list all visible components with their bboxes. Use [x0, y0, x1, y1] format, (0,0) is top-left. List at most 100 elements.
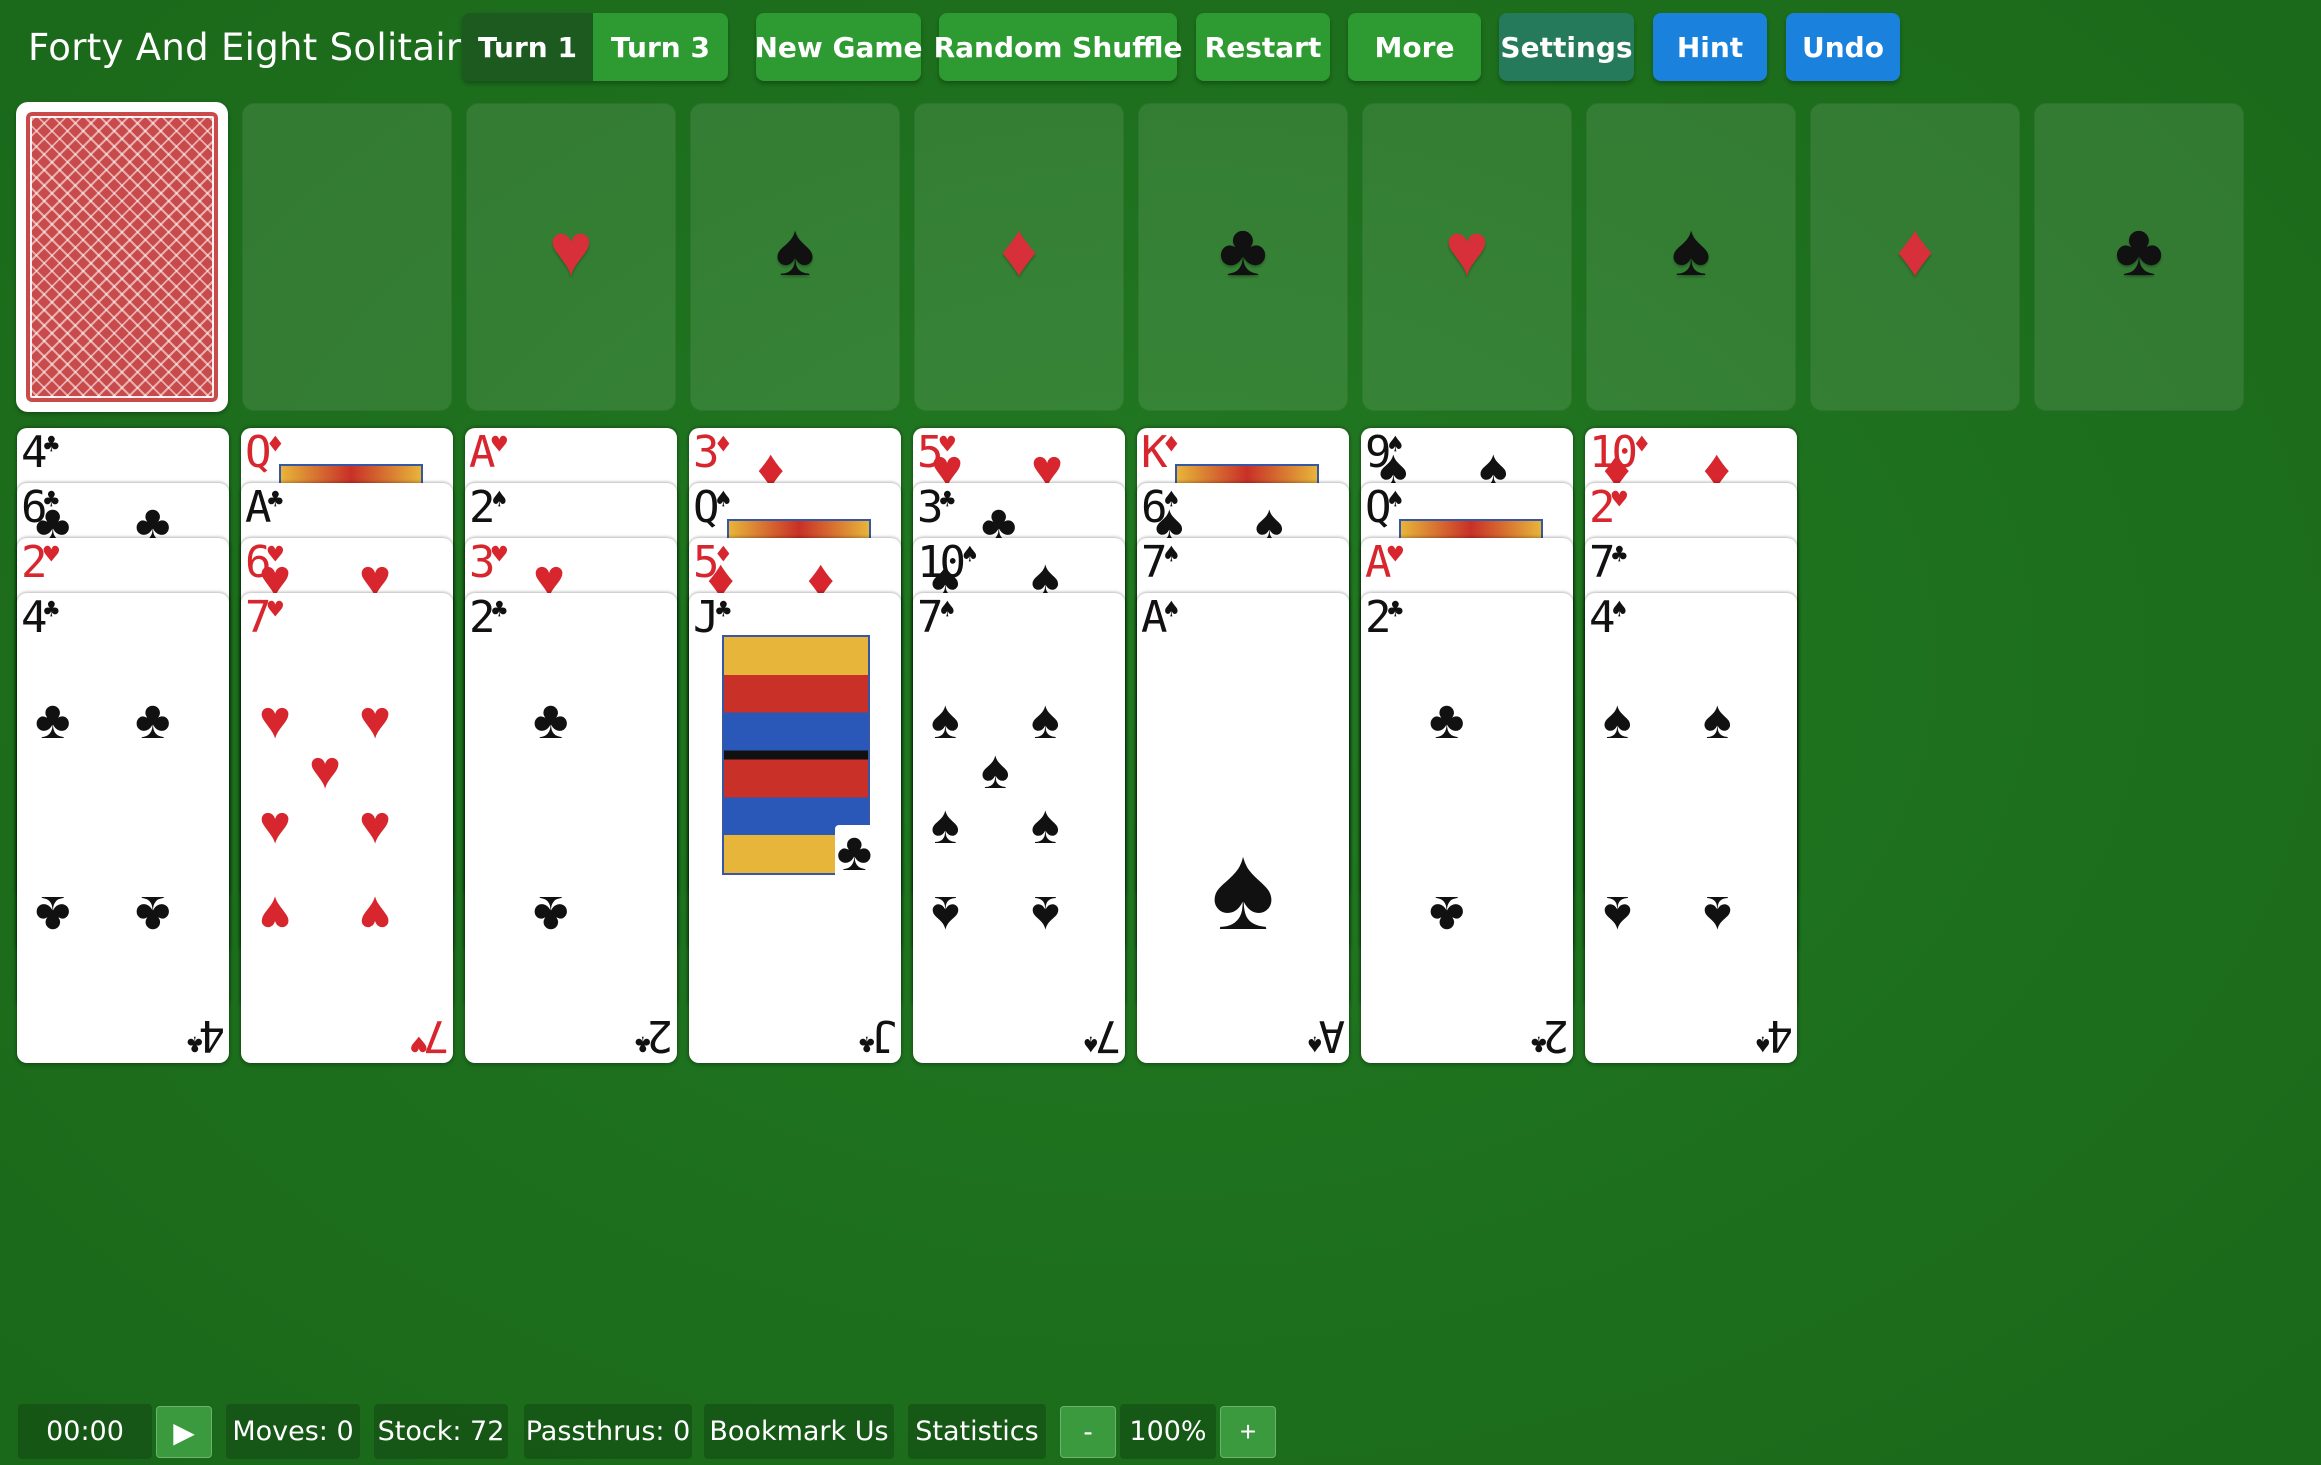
clubs-icon: ♣	[43, 430, 60, 460]
spades-icon: ♠	[1603, 690, 1632, 750]
hearts-icon: ♥	[1445, 208, 1489, 291]
spades-icon: ♠	[1703, 690, 1732, 750]
statistics-button[interactable]: Statistics	[908, 1404, 1046, 1459]
spades-icon: ♠	[1306, 1028, 1323, 1058]
tableau-card[interactable]: A♠ ♠ A♠	[1137, 593, 1349, 1063]
waste-pile[interactable]	[242, 103, 452, 411]
spades-icon: ♠	[939, 595, 956, 625]
tableau-card[interactable]: J♣ ♣ J♣	[689, 593, 901, 1063]
spades-icon: ♠	[1603, 885, 1632, 945]
clubs-icon: ♣	[533, 690, 569, 750]
bookmark-button[interactable]: Bookmark Us	[704, 1404, 894, 1459]
card-rank: 4♣	[21, 593, 60, 643]
clubs-icon: ♣	[715, 595, 732, 625]
settings-button[interactable]: Settings	[1499, 13, 1634, 81]
spades-icon: ♠	[1387, 485, 1404, 515]
spades-icon: ♠	[491, 485, 508, 515]
zoom-in-button[interactable]: +	[1220, 1406, 1276, 1458]
new-game-button[interactable]: New Game	[754, 13, 923, 81]
hearts-icon: ♥	[491, 430, 508, 460]
card-back	[26, 112, 218, 402]
card-rank: 2♥	[21, 538, 60, 588]
foundation-slot-clubs[interactable]: ♣	[2034, 103, 2244, 411]
card-rank: Q♦	[245, 428, 284, 478]
spades-icon: ♠	[1703, 885, 1732, 945]
clubs-icon: ♣	[1611, 540, 1628, 570]
more-button[interactable]: More	[1348, 13, 1481, 81]
foundation-slot-diamonds[interactable]: ♦	[914, 103, 1124, 411]
foundation-slot-hearts[interactable]: ♥	[466, 103, 676, 411]
tableau-card[interactable]: 7♠ ♠ ♠ ♠ ♠ ♠ ♠ ♠ 7♠	[913, 593, 1125, 1063]
card-rank: Q♠	[1365, 483, 1404, 533]
clubs-icon: ♣	[1218, 208, 1268, 291]
card-rank: A♣	[245, 483, 284, 533]
clubs-icon: ♣	[2114, 208, 2164, 291]
spades-icon: ♠	[1031, 885, 1060, 945]
card-rank-bottom: 4♠	[1754, 1010, 1793, 1061]
hearts-icon: ♥	[491, 540, 508, 570]
spades-icon: ♠	[931, 885, 960, 945]
stock-pile[interactable]	[16, 102, 228, 412]
timer-display: 00:00	[18, 1404, 152, 1459]
tableau-card[interactable]: 2♣ ♣ ♣ 2♣	[465, 593, 677, 1063]
tableau-card[interactable]: 2♣ ♣ ♣ 2♣	[1361, 593, 1573, 1063]
spades-icon: ♠	[1211, 821, 1275, 955]
clubs-icon: ♣	[135, 885, 171, 945]
tableau-card[interactable]: 4♣ ♣ ♣ ♣ ♣ 4♣	[17, 593, 229, 1063]
turn-3-button[interactable]: Turn 3	[593, 13, 728, 81]
card-rank-bottom: 4♣	[186, 1010, 225, 1061]
diamonds-icon: ♦	[1633, 430, 1650, 460]
restart-button[interactable]: Restart	[1196, 13, 1330, 81]
undo-button[interactable]: Undo	[1786, 13, 1900, 81]
page-title: Forty And Eight Solitaire	[28, 26, 484, 69]
hearts-icon: ♥	[1387, 540, 1404, 570]
spades-icon: ♠	[1671, 208, 1711, 291]
diamonds-icon: ♦	[715, 430, 732, 460]
card-rank: 3♦	[693, 428, 732, 478]
clubs-icon: ♣	[634, 1028, 651, 1058]
clubs-icon: ♣	[834, 822, 874, 882]
card-rank-bottom: 2♣	[1530, 1010, 1569, 1061]
foundation-slot-hearts[interactable]: ♥	[1362, 103, 1572, 411]
spades-icon: ♠	[931, 690, 960, 750]
card-rank: 2♠	[469, 483, 508, 533]
moves-counter: Moves: 0	[226, 1404, 360, 1459]
spades-icon: ♠	[775, 208, 815, 291]
diamonds-icon: ♦	[267, 430, 284, 460]
hearts-icon: ♥	[267, 595, 284, 625]
clubs-icon: ♣	[1429, 885, 1465, 945]
turn-1-button[interactable]: Turn 1	[462, 13, 593, 81]
foundation-slot-spades[interactable]: ♠	[690, 103, 900, 411]
hint-button[interactable]: Hint	[1653, 13, 1767, 81]
card-rank: K♦	[1141, 428, 1180, 478]
clubs-icon: ♣	[939, 485, 956, 515]
hearts-icon: ♥	[43, 540, 60, 570]
spades-icon: ♠	[1031, 690, 1060, 750]
clubs-icon: ♣	[186, 1028, 203, 1058]
hearts-icon: ♥	[359, 690, 392, 750]
card-rank: 7♠	[917, 593, 956, 643]
tableau-card[interactable]: 4♠ ♠ ♠ ♠ ♠ 4♠	[1585, 593, 1797, 1063]
clubs-icon: ♣	[35, 885, 71, 945]
card-rank: A♥	[469, 428, 508, 478]
play-button[interactable]: ▶	[156, 1406, 212, 1458]
card-rank-bottom: A♠	[1306, 1010, 1345, 1061]
spades-icon: ♠	[1754, 1028, 1771, 1058]
hearts-icon: ♥	[359, 885, 392, 945]
foundation-slot-clubs[interactable]: ♣	[1138, 103, 1348, 411]
clubs-icon: ♣	[533, 885, 569, 945]
spades-icon: ♠	[715, 485, 732, 515]
spades-icon: ♠	[1163, 540, 1180, 570]
face-card-art: ♣	[722, 635, 874, 879]
foundation-slot-spades[interactable]: ♠	[1586, 103, 1796, 411]
clubs-icon: ♣	[43, 595, 60, 625]
zoom-out-button[interactable]: -	[1060, 1406, 1116, 1458]
spades-icon: ♠	[1611, 595, 1628, 625]
card-rank: 7♠	[1141, 538, 1180, 588]
foundation-slot-diamonds[interactable]: ♦	[1810, 103, 2020, 411]
tableau-card[interactable]: 7♥ ♥ ♥ ♥ ♥ ♥ ♥ ♥ 7♥	[241, 593, 453, 1063]
turn-mode-toggle[interactable]: Turn 1 Turn 3	[462, 13, 728, 81]
card-rank: 4♠	[1589, 593, 1628, 643]
random-shuffle-button[interactable]: Random Shuffle	[934, 13, 1182, 81]
spades-icon: ♠	[961, 540, 978, 570]
